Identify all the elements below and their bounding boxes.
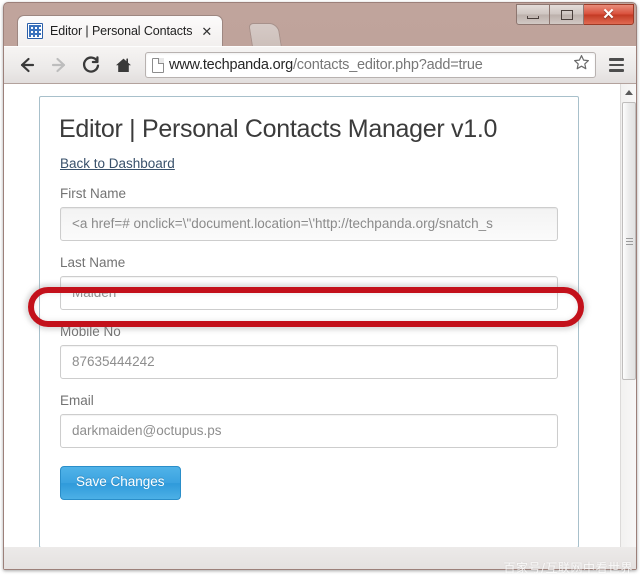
browser-window: Editor | Personal Contacts ✕ ✕ www.techp…	[3, 2, 637, 570]
last-name-input[interactable]: Maiden	[60, 276, 558, 310]
browser-tab[interactable]: Editor | Personal Contacts ✕	[17, 15, 224, 46]
close-icon: ✕	[602, 6, 615, 23]
forward-arrow-icon	[51, 57, 66, 73]
menu-bar-3	[608, 69, 624, 72]
scrollbar-grip-icon	[625, 237, 633, 245]
page-title: Editor | Personal Contacts Manager v1.0	[59, 115, 498, 143]
browser-toolbar: www.techpanda.org/contacts_editor.php?ad…	[4, 46, 636, 84]
minimize-icon	[527, 16, 539, 19]
watermark: 百家号/互联网中看世界	[503, 561, 633, 575]
close-tab-icon[interactable]: ✕	[201, 25, 212, 38]
vertical-scrollbar[interactable]	[620, 84, 636, 569]
minimize-button[interactable]	[516, 4, 550, 25]
browser-viewport: Editor | Personal Contacts Manager v1.0 …	[4, 84, 636, 569]
maximize-button[interactable]	[550, 4, 584, 25]
bookmark-star-icon[interactable]	[573, 54, 590, 76]
close-window-button[interactable]: ✕	[584, 4, 634, 25]
contact-form: First Name <a href=# onclick=\"document.…	[40, 186, 578, 500]
email-label: Email	[60, 393, 94, 408]
reload-button[interactable]	[76, 50, 106, 80]
hamburger-menu-button[interactable]	[604, 52, 628, 78]
scroll-up-button[interactable]	[621, 84, 636, 100]
field-group-email: Email darkmaiden@octupus.ps	[60, 393, 558, 448]
address-bar[interactable]: www.techpanda.org/contacts_editor.php?ad…	[145, 52, 596, 78]
grid-favicon-icon	[27, 23, 43, 39]
menu-bar-1	[608, 58, 624, 61]
first-name-label: First Name	[60, 186, 127, 201]
home-button[interactable]	[108, 50, 138, 80]
home-icon	[115, 57, 131, 72]
save-changes-button[interactable]: Save Changes	[60, 466, 181, 500]
url-text: www.techpanda.org/contacts_editor.php?ad…	[169, 57, 568, 73]
first-name-input[interactable]: <a href=# onclick=\"document.location=\'…	[60, 207, 558, 241]
mobile-no-label: Mobile No	[60, 324, 121, 339]
menu-bar-2	[608, 63, 624, 67]
email-input[interactable]: darkmaiden@octupus.ps	[60, 414, 558, 448]
last-name-label: Last Name	[60, 255, 126, 270]
back-arrow-icon	[20, 57, 35, 73]
screenshot-root: Editor | Personal Contacts ✕ ✕ www.techp…	[0, 0, 640, 578]
window-controls: ✕	[516, 4, 634, 25]
new-tab-button[interactable]	[248, 23, 282, 46]
back-to-dashboard-link[interactable]: Back to Dashboard	[60, 156, 175, 171]
field-group-first-name: First Name <a href=# onclick=\"document.…	[60, 186, 558, 241]
url-host: www.techpanda.org	[169, 57, 293, 73]
tab-title: Editor | Personal Contacts	[50, 24, 193, 38]
url-path: /contacts_editor.php?add=true	[292, 57, 483, 73]
scrollbar-thumb[interactable]	[622, 102, 636, 380]
chevron-up-icon	[625, 89, 633, 95]
field-group-last-name: Last Name Maiden	[60, 255, 558, 310]
page-canvas: Editor | Personal Contacts Manager v1.0 …	[4, 84, 620, 569]
page-document-icon	[152, 57, 164, 73]
editor-panel: Editor | Personal Contacts Manager v1.0 …	[39, 96, 579, 548]
reload-icon	[82, 55, 99, 73]
back-button[interactable]	[12, 50, 42, 80]
mobile-no-input[interactable]: 87635444242	[60, 345, 558, 379]
forward-button[interactable]	[44, 50, 74, 80]
field-group-mobile-no: Mobile No 87635444242	[60, 324, 558, 379]
title-bar: Editor | Personal Contacts ✕ ✕	[4, 3, 636, 46]
maximize-icon	[560, 9, 573, 20]
